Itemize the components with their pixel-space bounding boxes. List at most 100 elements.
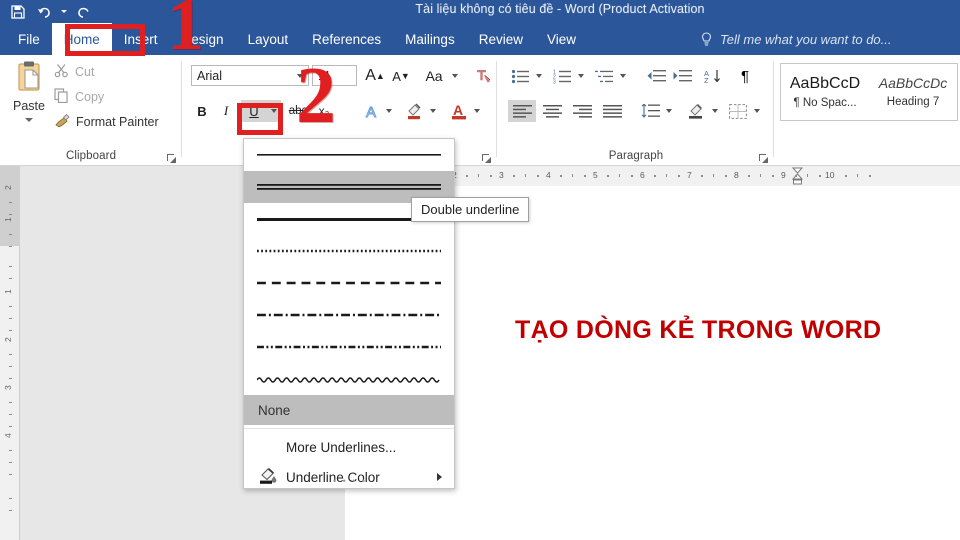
svg-text:A: A xyxy=(453,102,463,118)
vertical-ruler[interactable]: 2 1 1 2 3 4 xyxy=(0,166,20,540)
underline-style-wavy[interactable] xyxy=(244,363,454,395)
font-dialog-launcher[interactable] xyxy=(481,151,492,163)
title-bar: Tài liệu không có tiêu đề - Word (Produc… xyxy=(0,0,960,23)
increase-indent-button[interactable] xyxy=(670,65,694,87)
svg-text:3: 3 xyxy=(553,79,556,84)
underline-style-dotted[interactable] xyxy=(244,235,454,267)
menu-resize-grip[interactable]: • • • • xyxy=(244,476,456,486)
scissors-icon xyxy=(54,63,69,81)
wavy-underline-icon xyxy=(257,377,440,383)
format-painter-button[interactable]: Format Painter xyxy=(54,111,159,133)
underline-style-dash-dot-dot[interactable] xyxy=(244,331,454,363)
annotation-number-2: 2 xyxy=(296,52,336,140)
sort-button[interactable]: AZ xyxy=(702,65,724,87)
style-item-heading-7[interactable]: AaBbCcDc Heading 7 xyxy=(869,64,957,120)
shading-button[interactable] xyxy=(684,100,708,122)
bullet-list-button[interactable] xyxy=(508,65,532,87)
align-center-button[interactable] xyxy=(538,100,566,122)
bold-label: B xyxy=(197,103,207,119)
decrease-indent-button[interactable] xyxy=(644,65,668,87)
h-ruler-number: 6 xyxy=(640,170,645,180)
style-name: Heading 7 xyxy=(886,95,940,108)
underline-style-dash-dot[interactable] xyxy=(244,299,454,331)
menu-divider xyxy=(244,428,454,429)
single-underline-icon xyxy=(257,154,441,156)
format-painter-label: Format Painter xyxy=(76,115,159,129)
group-styles: AaBbCcD ¶ No Spac... AaBbCcDc Heading 7 xyxy=(775,55,960,166)
paintbrush-icon xyxy=(54,113,70,131)
text-highlight-caret-icon[interactable] xyxy=(427,100,439,122)
tab-review[interactable]: Review xyxy=(467,23,535,55)
show-formatting-marks-button[interactable]: ¶ xyxy=(734,65,756,87)
tell-me-search[interactable]: Tell me what you want to do... xyxy=(700,23,892,55)
cut-button[interactable]: Cut xyxy=(54,61,94,83)
shrink-font-label: A xyxy=(392,68,401,84)
v-ruler-number: 4 xyxy=(3,433,13,438)
paste-button[interactable]: Paste xyxy=(6,58,52,140)
style-name: ¶ No Spac... xyxy=(793,96,857,109)
multilevel-list-button[interactable] xyxy=(592,65,616,87)
annotation-highlight-home-tab xyxy=(65,24,145,56)
dash-dot-underline-icon xyxy=(257,313,441,317)
more-underlines-label: More Underlines... xyxy=(286,439,397,455)
underline-style-dashed[interactable] xyxy=(244,267,454,299)
dotted-underline-icon xyxy=(257,249,441,253)
underline-style-menu: None More Underlines... Underline Color … xyxy=(243,138,455,489)
borders-caret-icon[interactable] xyxy=(751,100,762,122)
tab-stop-marker[interactable] xyxy=(791,167,804,185)
shading-caret-icon[interactable] xyxy=(709,100,720,122)
style-item-no-spacing[interactable]: AaBbCcD ¶ No Spac... xyxy=(781,64,869,120)
underline-style-single[interactable] xyxy=(244,139,454,171)
h-ruler-number: 7 xyxy=(687,170,692,180)
text-highlight-icon[interactable] xyxy=(403,100,427,122)
numbered-list-button[interactable]: 123 xyxy=(550,65,574,87)
tab-references[interactable]: References xyxy=(300,23,393,55)
style-preview: AaBbCcD xyxy=(789,75,861,93)
text-effects-caret-icon[interactable] xyxy=(383,100,395,122)
grow-font-button[interactable]: A ▲ xyxy=(363,65,387,87)
tab-mailings[interactable]: Mailings xyxy=(393,23,467,55)
align-right-button[interactable] xyxy=(568,100,596,122)
grow-font-label: A xyxy=(365,67,376,84)
multilevel-list-caret-icon[interactable] xyxy=(617,65,628,87)
justify-button[interactable] xyxy=(598,100,626,122)
v-ruler-number: 1 xyxy=(3,289,13,294)
font-color-caret-icon[interactable] xyxy=(471,100,483,122)
font-color-button[interactable]: A xyxy=(447,100,471,122)
document-body-text[interactable]: TẠO DÒNG KẺ TRONG WORD xyxy=(515,316,881,345)
change-case-caret-icon[interactable] xyxy=(449,65,461,87)
italic-button[interactable]: I xyxy=(215,100,237,122)
text-effects-button[interactable]: A xyxy=(361,100,383,122)
clear-formatting-icon[interactable] xyxy=(473,65,493,87)
paragraph-dialog-launcher[interactable] xyxy=(758,151,769,163)
font-name-combobox[interactable]: Arial xyxy=(191,65,309,86)
line-spacing-button[interactable] xyxy=(638,100,662,122)
tab-view[interactable]: View xyxy=(535,23,588,55)
v-ruler-number: 2 xyxy=(3,185,13,190)
h-ruler-number: 8 xyxy=(734,170,739,180)
v-ruler-number: 3 xyxy=(3,385,13,390)
change-case-button[interactable]: Aa xyxy=(419,65,449,87)
svg-text:A: A xyxy=(366,104,376,120)
tab-file[interactable]: File xyxy=(6,23,52,55)
bullet-list-caret-icon[interactable] xyxy=(533,65,544,87)
copy-label: Copy xyxy=(75,90,105,104)
paste-dropdown-caret-icon[interactable] xyxy=(25,118,33,122)
shrink-font-button[interactable]: A ▼ xyxy=(389,65,413,87)
bold-button[interactable]: B xyxy=(191,100,213,122)
copy-button[interactable]: Copy xyxy=(54,86,104,108)
align-left-button[interactable] xyxy=(508,100,536,122)
borders-button[interactable] xyxy=(726,100,750,122)
annotation-number-1: 1 xyxy=(167,0,204,66)
underline-style-none[interactable]: None xyxy=(244,395,454,425)
clipboard-dialog-launcher[interactable] xyxy=(166,151,177,163)
tab-layout[interactable]: Layout xyxy=(236,23,301,55)
v-ruler-number: 2 xyxy=(3,337,13,342)
h-ruler-number: 9 xyxy=(781,170,786,180)
more-underlines-item[interactable]: More Underlines... xyxy=(244,432,454,462)
numbered-list-caret-icon[interactable] xyxy=(575,65,586,87)
ribbon: Paste Cut Copy Format Painter Clipboard … xyxy=(0,55,960,166)
italic-label: I xyxy=(223,103,229,118)
paragraph-group-label: Paragraph xyxy=(608,150,664,162)
line-spacing-caret-icon[interactable] xyxy=(663,100,674,122)
